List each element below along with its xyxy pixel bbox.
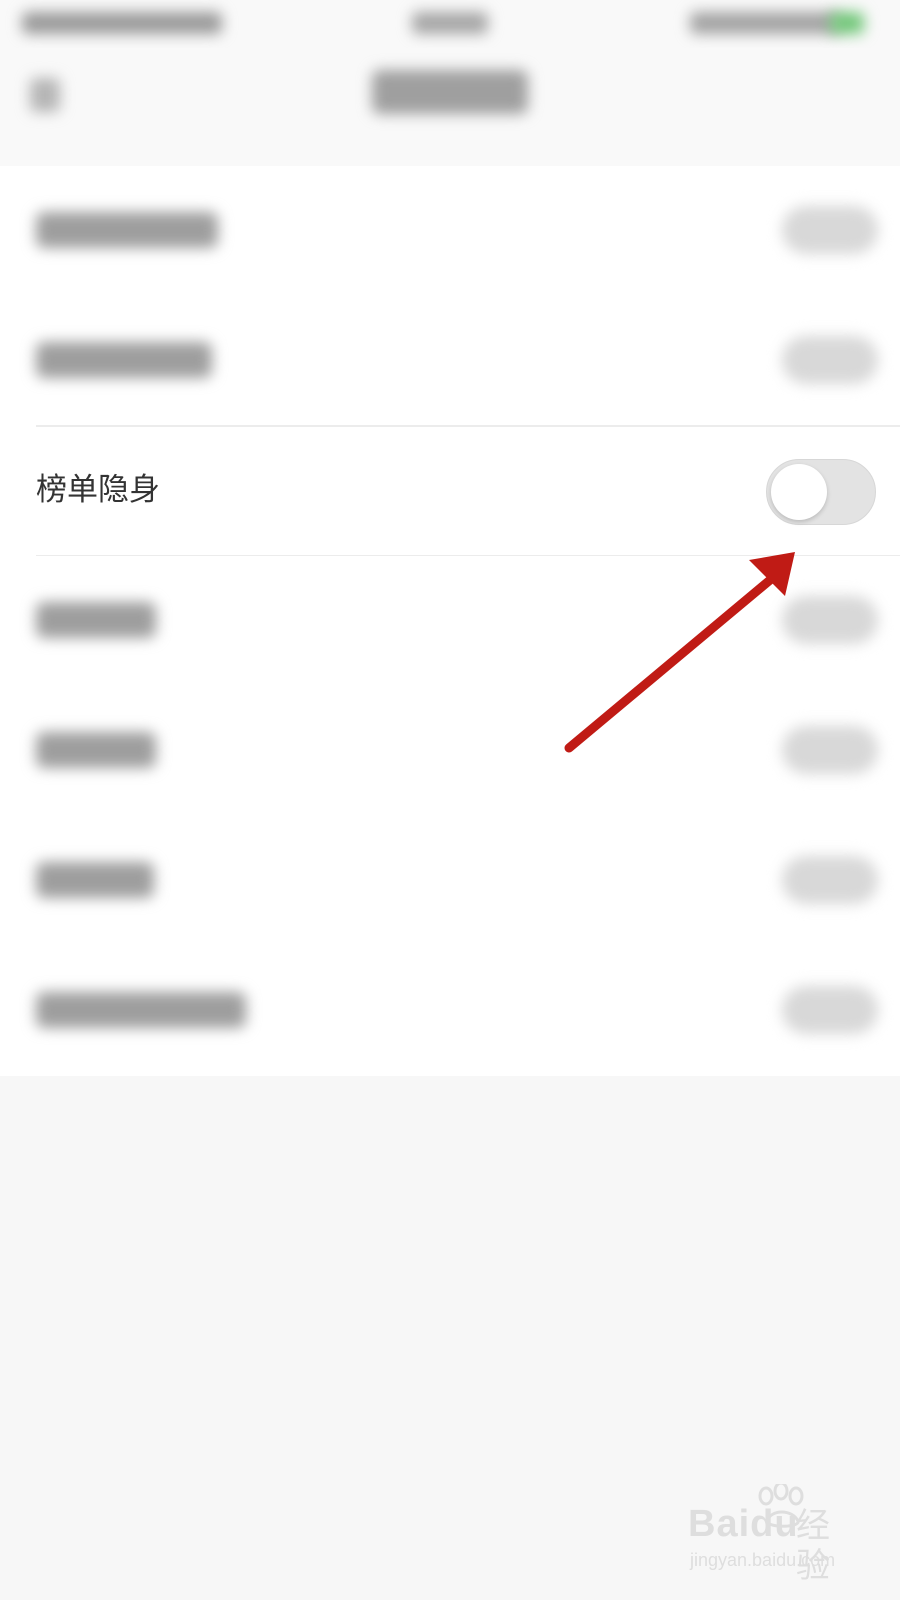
settings-row-label-blurred bbox=[36, 992, 246, 1028]
settings-screen: 榜单隐身 Baidu 经验 jingyan.baidu.com bbox=[0, 0, 900, 1600]
settings-row-blurred[interactable] bbox=[0, 166, 900, 296]
status-bar-center-blurred bbox=[412, 12, 488, 34]
settings-row-label-blurred bbox=[36, 602, 156, 638]
leaderboard-invisible-label: 榜单隐身 bbox=[36, 472, 160, 508]
toggle-blurred[interactable] bbox=[782, 986, 878, 1034]
status-bar-left-blurred bbox=[22, 12, 222, 34]
status-bar bbox=[0, 0, 900, 48]
divider bbox=[36, 555, 900, 556]
page-title-blurred bbox=[372, 70, 528, 114]
leaderboard-invisible-row[interactable]: 榜单隐身 bbox=[0, 426, 900, 556]
toggle-blurred[interactable] bbox=[782, 206, 878, 254]
settings-row-label-blurred bbox=[36, 862, 154, 898]
divider bbox=[36, 426, 900, 427]
leaderboard-invisible-toggle[interactable] bbox=[766, 459, 876, 525]
settings-row-blurred[interactable] bbox=[0, 946, 900, 1076]
watermark: Baidu 经验 jingyan.baidu.com bbox=[688, 1484, 858, 1592]
back-icon[interactable] bbox=[30, 78, 60, 112]
settings-row-blurred[interactable] bbox=[0, 686, 900, 816]
watermark-brand-cn: 经验 bbox=[796, 1506, 830, 1586]
watermark-brand: Baidu bbox=[688, 1503, 799, 1545]
settings-row-label-blurred bbox=[36, 342, 212, 378]
battery-icon bbox=[830, 12, 864, 34]
settings-row-blurred[interactable] bbox=[0, 296, 900, 426]
settings-row-label-blurred bbox=[36, 212, 218, 248]
navigation-bar bbox=[0, 48, 900, 166]
settings-row-blurred[interactable] bbox=[0, 816, 900, 946]
toggle-blurred[interactable] bbox=[782, 596, 878, 644]
toggle-blurred[interactable] bbox=[782, 856, 878, 904]
toggle-knob bbox=[771, 464, 827, 520]
status-bar-right-blurred bbox=[690, 12, 840, 34]
toggle-blurred[interactable] bbox=[782, 726, 878, 774]
settings-row-blurred[interactable] bbox=[0, 556, 900, 686]
settings-list bbox=[0, 166, 900, 1076]
toggle-blurred[interactable] bbox=[782, 336, 878, 384]
watermark-url: jingyan.baidu.com bbox=[690, 1550, 836, 1570]
settings-row-label-blurred bbox=[36, 732, 156, 768]
